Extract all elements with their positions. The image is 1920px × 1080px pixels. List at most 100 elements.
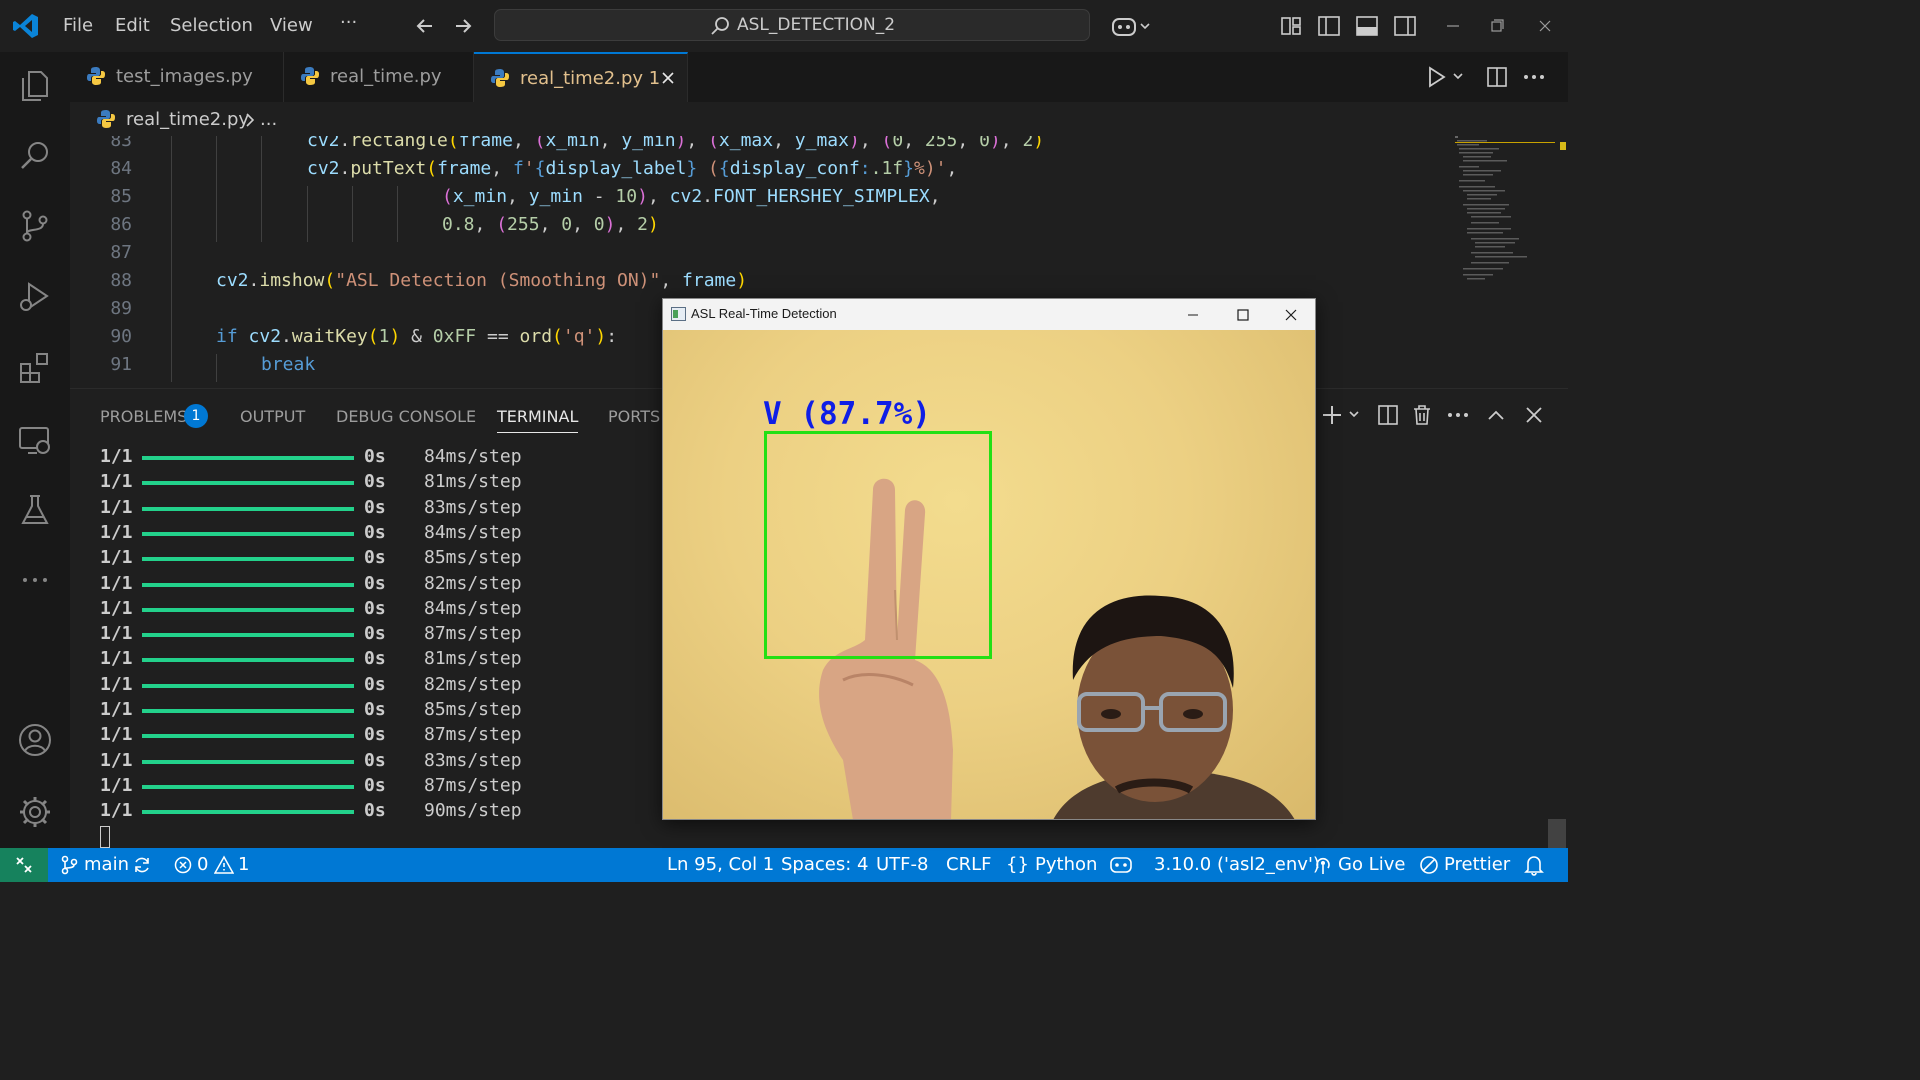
- indentation[interactable]: Spaces: 4: [781, 854, 868, 875]
- python-file-icon: [491, 69, 509, 87]
- split-editor-icon[interactable]: [1486, 66, 1508, 88]
- terminal-step-time: 82ms/step: [424, 572, 522, 594]
- terminal-elapsed-time: 0s: [364, 547, 386, 569]
- terminal-line: 1/1 0s 84ms/step: [100, 446, 522, 471]
- code-line: 83 cv2.rectangle(frame, (x_min, y_min), …: [70, 136, 1450, 158]
- forward-arrow-icon[interactable]: [450, 13, 476, 39]
- terminal-progress-count: 1/1: [100, 471, 133, 493]
- menu-edit[interactable]: Edit: [115, 15, 150, 36]
- webcam-frame: V (87.7%): [663, 330, 1315, 819]
- source-control-icon[interactable]: [17, 208, 53, 244]
- toggle-secondary-sidebar-icon[interactable]: [1392, 13, 1418, 39]
- popup-minimize-icon[interactable]: [1185, 307, 1201, 323]
- terminal-step-time: 85ms/step: [424, 699, 522, 720]
- copilot-icon[interactable]: [1110, 13, 1154, 39]
- terminal-step-time: 87ms/step: [424, 724, 522, 746]
- terminal-scrollbar[interactable]: [1548, 819, 1566, 849]
- terminal-progress-count: 1/1: [100, 597, 133, 619]
- close-panel-icon[interactable]: [1522, 403, 1546, 427]
- tab-problems[interactable]: PROBLEMS: [100, 407, 187, 426]
- maximize-panel-chevron-up-icon[interactable]: [1484, 403, 1508, 427]
- menu-file[interactable]: File: [63, 15, 93, 36]
- toggle-panel-icon[interactable]: [1354, 13, 1380, 39]
- encoding[interactable]: UTF-8: [876, 854, 928, 875]
- cursor-position[interactable]: Ln 95, Col 1: [667, 854, 774, 875]
- back-arrow-icon[interactable]: [412, 13, 438, 39]
- settings-gear-icon[interactable]: [17, 794, 53, 830]
- kill-terminal-trash-icon[interactable]: [1410, 403, 1434, 427]
- terminal-elapsed-time: 0s: [364, 648, 386, 670]
- python-interpreter[interactable]: 3.10.0 ('asl2_env'): [1154, 854, 1320, 875]
- terminal-elapsed-time: 0s: [364, 572, 386, 594]
- popup-title-bar[interactable]: ASL Real-Time Detection: [663, 299, 1315, 330]
- tab-real-time2[interactable]: real_time2.py 1: [474, 52, 688, 102]
- terminal-progress-bar: [142, 784, 354, 789]
- minimize-window-icon[interactable]: [1440, 13, 1466, 39]
- person-image: [1053, 595, 1295, 819]
- tab-output[interactable]: OUTPUT: [240, 407, 305, 426]
- prettier-button[interactable]: Prettier: [1444, 854, 1510, 875]
- notifications-bell-icon[interactable]: [1524, 854, 1544, 876]
- line-number: 85: [110, 186, 132, 207]
- tab-ports[interactable]: PORTS: [608, 407, 660, 426]
- new-terminal-icon[interactable]: [1322, 403, 1362, 427]
- more-views-icon[interactable]: [17, 562, 53, 598]
- menu-selection[interactable]: Selection: [170, 15, 253, 36]
- end-of-line[interactable]: CRLF: [946, 854, 991, 875]
- terminal-line: 1/1 0s 84ms/step: [100, 597, 522, 623]
- remote-indicator-button[interactable]: [0, 848, 48, 882]
- line-number: 87: [110, 242, 132, 263]
- sync-icon[interactable]: [132, 855, 152, 875]
- split-terminal-icon[interactable]: [1376, 403, 1400, 427]
- panel-more-actions-icon[interactable]: [1446, 403, 1470, 427]
- error-count[interactable]: 0: [197, 854, 208, 875]
- accounts-icon[interactable]: [17, 722, 53, 758]
- tab-terminal[interactable]: TERMINAL: [497, 407, 579, 433]
- go-live-button[interactable]: Go Live: [1338, 854, 1405, 875]
- remote-icon: [16, 857, 32, 873]
- terminal-progress-bar: [142, 709, 354, 713]
- asl-detection-window[interactable]: ASL Real-Time Detection V (87.7%): [662, 298, 1316, 820]
- close-window-icon[interactable]: [1532, 13, 1558, 39]
- testing-icon[interactable]: [17, 492, 53, 528]
- git-branch[interactable]: main: [84, 854, 129, 875]
- remote-explorer-icon[interactable]: [17, 422, 53, 458]
- restore-window-icon[interactable]: [1484, 13, 1510, 39]
- menu-view[interactable]: View: [270, 15, 313, 36]
- toggle-primary-sidebar-icon[interactable]: [1316, 13, 1342, 39]
- python-file-icon: [301, 67, 319, 85]
- terminal-progress-count: 1/1: [100, 521, 133, 543]
- terminal-step-time: 84ms/step: [424, 446, 522, 467]
- run-python-file-icon[interactable]: [1426, 66, 1466, 88]
- minimap[interactable]: [1455, 136, 1555, 296]
- explorer-icon[interactable]: [17, 68, 53, 104]
- popup-close-icon[interactable]: [1283, 307, 1299, 323]
- breadcrumb-symbol[interactable]: ...: [260, 109, 277, 130]
- extensions-icon[interactable]: [17, 350, 53, 386]
- terminal-elapsed-time: 0s: [364, 471, 386, 493]
- terminal-step-time: 87ms/step: [424, 623, 522, 645]
- search-icon[interactable]: [17, 138, 53, 174]
- terminal-progress-count: 1/1: [100, 724, 133, 746]
- terminal-progress-bar: [142, 683, 354, 688]
- editor-more-actions-icon[interactable]: [1522, 66, 1546, 88]
- customize-layout-icon[interactable]: [1278, 13, 1304, 39]
- warning-count[interactable]: 1: [238, 854, 249, 875]
- terminal-elapsed-time: 0s: [364, 673, 386, 695]
- line-number: 86: [110, 214, 132, 235]
- command-center-search[interactable]: ASL_DETECTION_2: [494, 9, 1090, 41]
- tab-test-images[interactable]: test_images.py: [70, 52, 284, 102]
- popup-maximize-icon[interactable]: [1235, 307, 1251, 323]
- tab-real-time[interactable]: real_time.py: [284, 52, 474, 102]
- breadcrumb-file[interactable]: real_time2.py: [126, 109, 249, 130]
- editor-tab-bar: test_images.py real_time.py real_time2.p…: [70, 52, 1568, 102]
- tab-debug-console[interactable]: DEBUG CONSOLE: [336, 407, 476, 426]
- run-and-debug-icon[interactable]: [17, 278, 53, 314]
- language-mode[interactable]: Python: [1035, 854, 1097, 875]
- terminal-line: 1/1 0s 83ms/step: [100, 750, 522, 775]
- close-tab-icon[interactable]: [660, 70, 676, 86]
- copilot-status-icon[interactable]: [1109, 854, 1133, 876]
- terminal-progress-count: 1/1: [100, 547, 133, 569]
- menu-more[interactable]: ···: [340, 12, 357, 33]
- terminal-step-time: 87ms/step: [424, 774, 522, 796]
